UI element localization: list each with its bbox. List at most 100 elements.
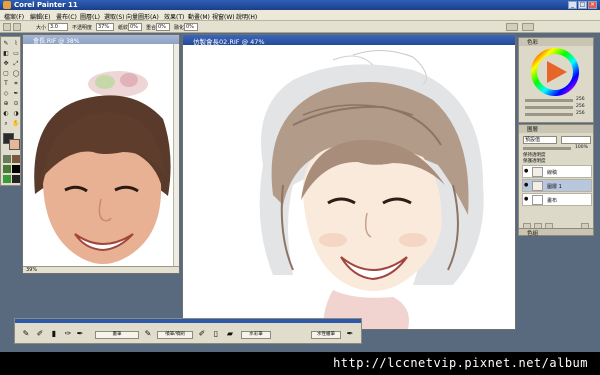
reference-window-header[interactable]: 會長.RIF @ 38%: [23, 35, 179, 45]
lasso-icon[interactable]: ◯: [12, 70, 20, 78]
eraser-brush-icon[interactable]: ▰: [225, 329, 235, 339]
layer-opacity-slider[interactable]: [523, 147, 571, 150]
additional-color-swatch[interactable]: [9, 139, 20, 150]
shape-tool-icon[interactable]: ◇: [2, 90, 10, 98]
pen-icon[interactable]: ✒: [75, 329, 85, 339]
grabber-icon[interactable]: ✋: [12, 120, 20, 128]
nozzle-selector-icon[interactable]: [3, 175, 11, 183]
transform-icon[interactable]: ⤢: [12, 60, 20, 68]
eraser-icon[interactable]: ▭: [12, 50, 20, 58]
brush-variant-icon[interactable]: [522, 23, 534, 31]
blender-icon[interactable]: ✎: [143, 329, 153, 339]
opacity-field[interactable]: 37%: [96, 23, 114, 31]
color-sets-panel-header[interactable]: 色組: [518, 228, 594, 237]
brush-label-1[interactable]: 畫筆: [95, 331, 139, 339]
main-canvas-window[interactable]: 仿製會長02.RIF @ 47%: [182, 34, 516, 330]
brush-label-4[interactable]: 水性蠟筆: [311, 331, 341, 339]
chalk-icon[interactable]: ▮: [49, 329, 59, 339]
saturation-triangle[interactable]: [547, 61, 567, 83]
resat-field[interactable]: 0%: [156, 23, 170, 31]
rubber-stamp-icon[interactable]: ⊙: [12, 100, 20, 108]
magnifier-icon[interactable]: ⌕: [2, 120, 10, 128]
eye-icon[interactable]: ●: [524, 169, 529, 174]
menu-help[interactable]: 說明(H): [236, 12, 257, 21]
reset-tool-icon[interactable]: [13, 23, 21, 31]
dropper-tool-icon[interactable]: ⌇: [12, 40, 20, 48]
caricature-canvas[interactable]: [183, 45, 515, 329]
menu-edit[interactable]: 編輯(E): [30, 12, 50, 21]
main-window-header[interactable]: 仿製會長02.RIF @ 47%: [183, 35, 515, 46]
composite-method-select[interactable]: 預設值: [523, 136, 557, 144]
crop-icon[interactable]: ⌗: [12, 80, 20, 88]
layer-name: 圖層 1: [547, 184, 562, 190]
menu-bar: 檔案(F) 編輯(E) 畫布(C) 圖層(L) 選取(S) 向量圖形(A) 效果…: [0, 10, 600, 21]
smudge-icon[interactable]: ▯: [211, 329, 221, 339]
size-field[interactable]: 3.0: [48, 23, 68, 31]
maximize-button[interactable]: □: [578, 1, 587, 9]
property-bar: 大小 3.0 不透明度 37% 紙紋 0% 重合 0% 融化 0%: [0, 21, 600, 33]
menu-movie[interactable]: 動畫(M): [188, 12, 210, 21]
brush-label-2[interactable]: 噴筆/噴刷: [157, 331, 193, 339]
grain-field[interactable]: 0%: [128, 23, 142, 31]
pen-tool-icon[interactable]: ✒: [12, 90, 20, 98]
calligraphy-icon[interactable]: ✒: [345, 329, 355, 339]
brush-bar-strip: [15, 319, 361, 323]
opacity-label: 不透明度: [72, 25, 93, 31]
layer-row-layer1[interactable]: ● 圖層 1: [522, 179, 592, 192]
menu-file[interactable]: 檔案(F): [4, 12, 24, 21]
text-tool-icon[interactable]: T: [2, 80, 10, 88]
reference-zoom-value[interactable]: 39%: [26, 267, 37, 273]
cloner-icon[interactable]: ⊕: [2, 100, 10, 108]
resat-label: 重合: [146, 25, 157, 31]
pencil-icon[interactable]: ✎: [21, 329, 31, 339]
app-icon: [3, 1, 11, 9]
menu-window[interactable]: 視窗(W): [212, 12, 235, 21]
color-panel-header[interactable]: 色彩: [519, 38, 593, 46]
menu-layers[interactable]: 圖層(L): [80, 12, 100, 21]
eye-icon[interactable]: ●: [524, 183, 529, 188]
color-sets-title: 色組: [527, 231, 539, 237]
menu-shapes[interactable]: 向量圖形(A): [126, 12, 159, 21]
minimize-button[interactable]: _: [568, 1, 577, 9]
blue-slider[interactable]: [525, 113, 573, 116]
layer-adjuster-icon[interactable]: ✥: [2, 60, 10, 68]
oil-icon[interactable]: ✐: [197, 329, 207, 339]
close-button[interactable]: ×: [588, 1, 597, 9]
hue-ring[interactable]: [531, 48, 579, 96]
pick-up-underlying-option[interactable]: 保護透明度: [523, 158, 546, 164]
brush-tool-icon[interactable]: ✎: [2, 40, 10, 48]
layer-row-canvas[interactable]: ● 畫布: [522, 193, 592, 206]
brush-tool-icon[interactable]: [3, 23, 11, 31]
marker-icon[interactable]: ✑: [63, 329, 73, 339]
rect-select-icon[interactable]: ▢: [2, 70, 10, 78]
watermark-bar: http://lccnetvip.pixnet.net/album: [0, 352, 600, 375]
paper-selector-icon[interactable]: [3, 155, 11, 163]
layers-panel-header[interactable]: 圖層: [519, 125, 593, 133]
burn-icon[interactable]: ◑: [12, 110, 20, 118]
menu-select[interactable]: 選取(S): [104, 12, 125, 21]
layers-panel: 圖層 預設值 100% 保持透明度 保護透明度 ● 線稿 ● 圖層 1 ● 畫布: [518, 124, 594, 236]
layer-name: 線稿: [547, 170, 558, 176]
bleed-field[interactable]: 0%: [184, 23, 198, 31]
weaving-selector-icon[interactable]: [12, 165, 20, 173]
green-slider[interactable]: [525, 106, 573, 109]
brush-label-3[interactable]: 水彩筆: [241, 331, 271, 339]
eye-icon[interactable]: ●: [524, 197, 529, 202]
bleed-label: 融化: [174, 25, 185, 31]
layer-thumbnail: [532, 167, 543, 177]
menu-canvas[interactable]: 畫布(C): [56, 12, 77, 21]
layer-row-lineart[interactable]: ● 線稿: [522, 165, 592, 178]
dodge-icon[interactable]: ◐: [2, 110, 10, 118]
red-slider[interactable]: [525, 99, 573, 102]
composite-depth-select[interactable]: [561, 136, 591, 144]
brush-selector-icon[interactable]: [506, 23, 518, 31]
reference-image-window[interactable]: 會長.RIF @ 38% 39%: [22, 34, 180, 274]
airbrush-icon[interactable]: ✐: [35, 329, 45, 339]
menu-effects[interactable]: 效果(T): [164, 12, 184, 21]
layer-opacity-value: 100%: [575, 145, 588, 150]
look-selector-icon[interactable]: [12, 175, 20, 183]
pattern-selector-icon[interactable]: [3, 165, 11, 173]
gradient-selector-icon[interactable]: [12, 155, 20, 163]
paint-bucket-icon[interactable]: ◧: [2, 50, 10, 58]
reference-vertical-scrollbar[interactable]: [173, 44, 179, 268]
